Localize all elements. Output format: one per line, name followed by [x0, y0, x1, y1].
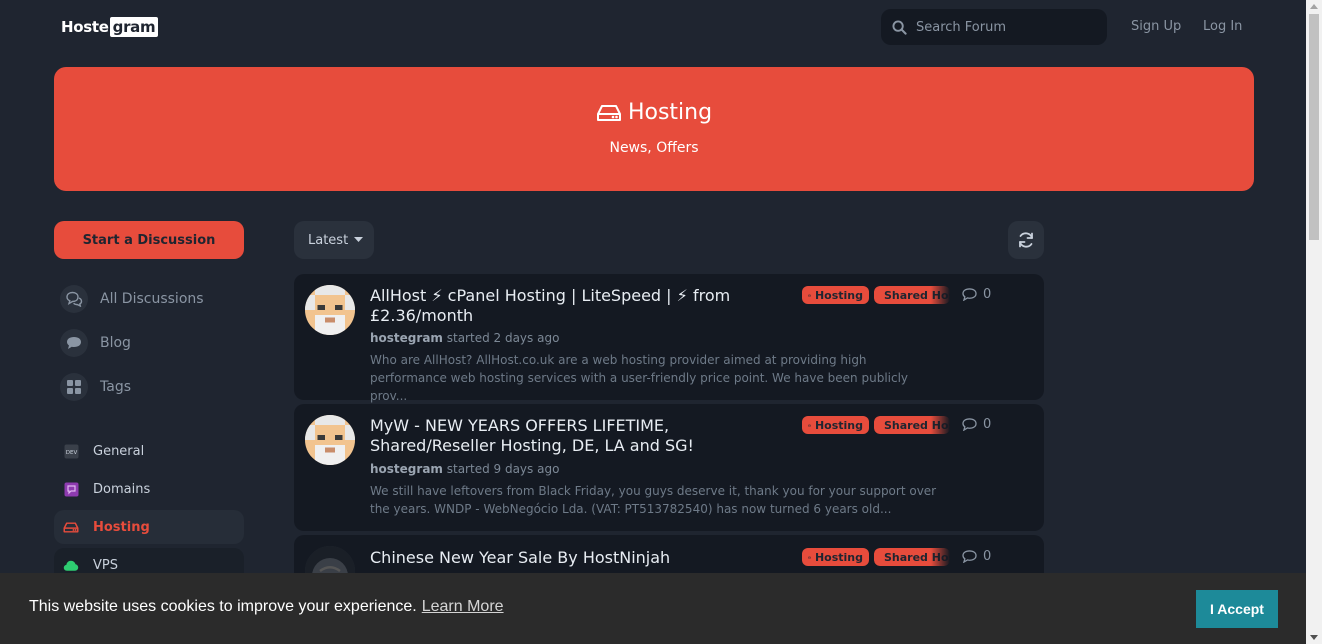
page-scrollbar[interactable] — [1306, 0, 1322, 644]
caret-down-icon — [354, 237, 364, 242]
discussion-author[interactable]: hostegram — [370, 462, 443, 476]
grid-icon — [60, 373, 88, 401]
refresh-button[interactable] — [1008, 221, 1044, 259]
reply-count-value: 0 — [983, 549, 992, 564]
reply-count-value: 0 — [983, 287, 992, 302]
hero-title: Hosting — [54, 100, 1254, 125]
sidebar-tag-label: Domains — [93, 481, 151, 497]
tag-badge-shared-hosting[interactable]: Shared Hosting — [874, 416, 950, 434]
reply-count[interactable]: 0 — [962, 417, 991, 432]
sidebar-tag-label: General — [93, 443, 145, 459]
cloud-icon — [63, 557, 79, 573]
discussion-started: started 9 days ago — [446, 462, 560, 476]
discussion-started: started 2 days ago — [446, 331, 560, 345]
signup-link[interactable]: Sign Up — [1131, 19, 1181, 34]
hdd-icon — [63, 519, 79, 535]
sidebar-item-label: All Discussions — [100, 291, 204, 307]
refresh-icon — [1019, 232, 1033, 248]
sidebar-item-label: Tags — [100, 379, 131, 395]
tag-badge-label: Shared Hosting — [884, 418, 950, 432]
learn-more-link[interactable]: Learn More — [422, 598, 504, 615]
sidebar-item-tags[interactable]: Tags — [54, 369, 244, 405]
site-header: Hostegram Sign Up Log In — [0, 0, 1306, 56]
hero-title-text: Hosting — [627, 100, 713, 125]
reply-count[interactable]: 0 — [962, 287, 991, 302]
tag-badge-shared-hosting[interactable]: Shared Hosting — [874, 286, 950, 304]
tag-hero: Hosting News, Offers — [54, 67, 1254, 191]
search-input[interactable] — [916, 19, 1086, 35]
discussion-author[interactable]: hostegram — [370, 331, 443, 345]
sidebar-tag-hosting[interactable]: Hosting — [54, 510, 244, 544]
scroll-up-arrow-icon[interactable] — [1310, 4, 1318, 9]
tag-badge-hosting[interactable]: Hosting — [802, 548, 869, 566]
sidebar-item-all-discussions[interactable]: All Discussions — [54, 281, 244, 317]
tag-badge-label: Hosting — [814, 418, 863, 432]
comment-outline-icon — [962, 288, 977, 301]
scroll-down-arrow-icon[interactable] — [1310, 635, 1318, 640]
logo-boxed-text: gram — [109, 17, 159, 37]
site-logo[interactable]: Hoste gram — [61, 17, 159, 37]
discussion-title[interactable]: AllHost ⚡ cPanel Hosting | LiteSpeed | ⚡… — [370, 286, 770, 326]
search-box[interactable] — [881, 9, 1107, 45]
accept-cookies-button[interactable]: I Accept — [1196, 590, 1278, 628]
discussion-excerpt: We still have leftovers from Black Frida… — [370, 484, 937, 516]
sort-dropdown[interactable]: Latest — [294, 221, 374, 259]
discussion-item[interactable]: AllHost ⚡ cPanel Hosting | LiteSpeed | ⚡… — [294, 274, 1044, 403]
scrollbar-thumb[interactable] — [1309, 14, 1319, 240]
cookie-banner: This website uses cookies to improve you… — [0, 573, 1306, 644]
sidebar-tag-domains[interactable]: Domains — [54, 472, 244, 506]
tag-badge-shared-hosting[interactable]: Shared Hosting — [874, 548, 950, 566]
discussion-excerpt: Who are AllHost? AllHost.co.uk are a web… — [370, 353, 909, 403]
cookie-message-text: This website uses cookies to improve you… — [29, 598, 417, 615]
comment-outline-icon — [962, 418, 977, 431]
comment-outline-icon — [962, 550, 977, 563]
login-link[interactable]: Log In — [1203, 19, 1242, 34]
dev-icon: DEV — [63, 443, 79, 459]
discussion-title[interactable]: MyW - NEW YEARS OFFERS LIFETIME, Shared/… — [370, 416, 770, 456]
tag-badge-hosting[interactable]: Hosting — [802, 416, 869, 434]
sidebar-item-blog[interactable]: Blog — [54, 325, 244, 361]
hdd-icon — [808, 294, 811, 296]
domain-icon — [63, 481, 79, 497]
tag-badge-label: Hosting — [814, 288, 863, 302]
comments-icon — [60, 285, 88, 313]
sidebar-tag-label: VPS — [93, 557, 118, 573]
discussion-meta: hostegram started 9 days ago — [370, 462, 559, 476]
hdd-icon — [808, 556, 811, 558]
tag-badge-hosting[interactable]: Hosting — [802, 286, 869, 304]
sort-label: Latest — [308, 232, 349, 248]
start-discussion-button[interactable]: Start a Discussion — [54, 221, 244, 259]
tag-badge-label: Shared Hosting — [884, 288, 950, 302]
hdd-icon — [808, 424, 811, 426]
avatar[interactable] — [305, 285, 355, 335]
comment-icon — [60, 329, 88, 357]
tag-badge-label: Hosting — [814, 550, 863, 564]
discussion-meta: hostegram started 2 days ago — [370, 331, 559, 345]
avatar[interactable] — [305, 415, 355, 465]
svg-text:DEV: DEV — [65, 450, 77, 456]
sidebar-item-label: Blog — [100, 335, 131, 351]
discussion-item[interactable]: MyW - NEW YEARS OFFERS LIFETIME, Shared/… — [294, 404, 1044, 531]
reply-count-value: 0 — [983, 417, 992, 432]
discussion-title[interactable]: Chinese New Year Sale By HostNinjah — [370, 548, 870, 568]
reply-count[interactable]: 0 — [962, 549, 991, 564]
hero-subtitle: News, Offers — [609, 140, 699, 156]
hdd-icon — [596, 104, 621, 121]
search-icon — [892, 19, 907, 35]
sidebar-tag-general[interactable]: DEV General — [54, 434, 244, 468]
sidebar-tag-label: Hosting — [93, 519, 150, 535]
tag-badge-label: Shared Hosting — [884, 550, 950, 564]
logo-text: Hoste — [61, 18, 109, 36]
cookie-message: This website uses cookies to improve you… — [29, 598, 504, 616]
